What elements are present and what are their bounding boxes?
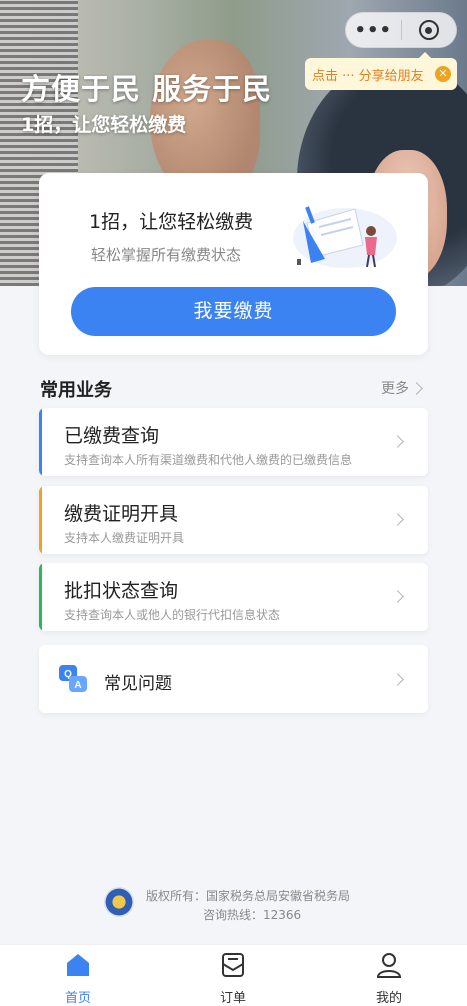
more-dots-icon[interactable]: ••• bbox=[346, 20, 401, 41]
hero-subtitle: 1招，让您轻松缴费 bbox=[21, 114, 187, 136]
chevron-right-icon bbox=[410, 381, 423, 395]
service-title: 批扣状态查询 bbox=[64, 580, 179, 602]
pay-card-subtitle: 轻松掌握所有缴费状态 bbox=[91, 246, 242, 264]
service-accent-bar bbox=[39, 563, 42, 631]
service-desc: 支持查询本人或他人的银行代扣信息状态 bbox=[64, 608, 281, 622]
order-icon bbox=[222, 953, 244, 977]
share-tip: 点击 ··· 分享给朋友 ✕ bbox=[305, 52, 457, 90]
service-accent-bar bbox=[39, 486, 42, 554]
faq-item[interactable]: Q A 常见问题 bbox=[39, 645, 428, 713]
section-more-label: 更多 bbox=[381, 381, 409, 397]
service-debit-status-query[interactable]: 批扣状态查询 支持查询本人或他人的银行代扣信息状态 bbox=[39, 563, 428, 631]
section-title: 常用业务 bbox=[40, 380, 112, 401]
tab-label: 订单 bbox=[219, 991, 246, 1006]
tab-mine[interactable]: 我的 bbox=[349, 951, 429, 1006]
tax-bureau-emblem bbox=[104, 887, 134, 917]
tab-label: 我的 bbox=[375, 991, 402, 1006]
tab-bar: 首页 订单 我的 bbox=[0, 944, 467, 1006]
pay-card-title: 1招，让您轻松缴费 bbox=[89, 211, 254, 233]
qa-icon: Q A bbox=[59, 665, 87, 692]
tab-label: 首页 bbox=[64, 991, 91, 1006]
miniprogram-capsule: ••• bbox=[345, 12, 457, 48]
footer-copyright: 版权所有：国家税务总局安徽省税务局 bbox=[146, 889, 351, 903]
service-title: 已缴费查询 bbox=[64, 425, 160, 447]
pay-button[interactable]: 我要缴费 bbox=[71, 287, 396, 336]
share-tip-text: 点击 ··· 分享给朋友 bbox=[312, 68, 424, 84]
service-paid-query[interactable]: 已缴费查询 支持查询本人所有渠道缴费和代他人缴费的已缴费信息 bbox=[39, 408, 428, 476]
service-accent-bar bbox=[39, 408, 42, 476]
payment-illustration bbox=[293, 206, 397, 268]
service-desc: 支持本人缴费证明开具 bbox=[64, 531, 185, 545]
svg-text:A: A bbox=[74, 680, 81, 691]
close-icon[interactable]: ✕ bbox=[435, 66, 451, 82]
chevron-right-icon bbox=[391, 435, 404, 448]
tab-home[interactable]: 首页 bbox=[38, 951, 118, 1006]
user-icon bbox=[376, 953, 402, 978]
service-desc: 支持查询本人所有渠道缴费和代他人缴费的已缴费信息 bbox=[64, 453, 353, 467]
chevron-right-icon bbox=[391, 513, 404, 526]
faq-title: 常见问题 bbox=[104, 674, 172, 694]
chevron-right-icon bbox=[391, 590, 404, 603]
section-more-link[interactable]: 更多 bbox=[381, 378, 423, 398]
tab-orders[interactable]: 订单 bbox=[193, 951, 273, 1006]
service-payment-certificate[interactable]: 缴费证明开具 支持本人缴费证明开具 bbox=[39, 486, 428, 554]
hero-title: 方便于民 服务于民 bbox=[21, 72, 273, 106]
pay-card: 1招，让您轻松缴费 轻松掌握所有缴费状态 我要缴费 bbox=[39, 173, 428, 355]
chevron-right-icon bbox=[391, 673, 404, 686]
close-circle-icon[interactable] bbox=[401, 20, 456, 40]
service-title: 缴费证明开具 bbox=[64, 503, 179, 525]
home-icon bbox=[67, 954, 89, 976]
footer-hotline: 咨询热线：12366 bbox=[203, 908, 302, 922]
